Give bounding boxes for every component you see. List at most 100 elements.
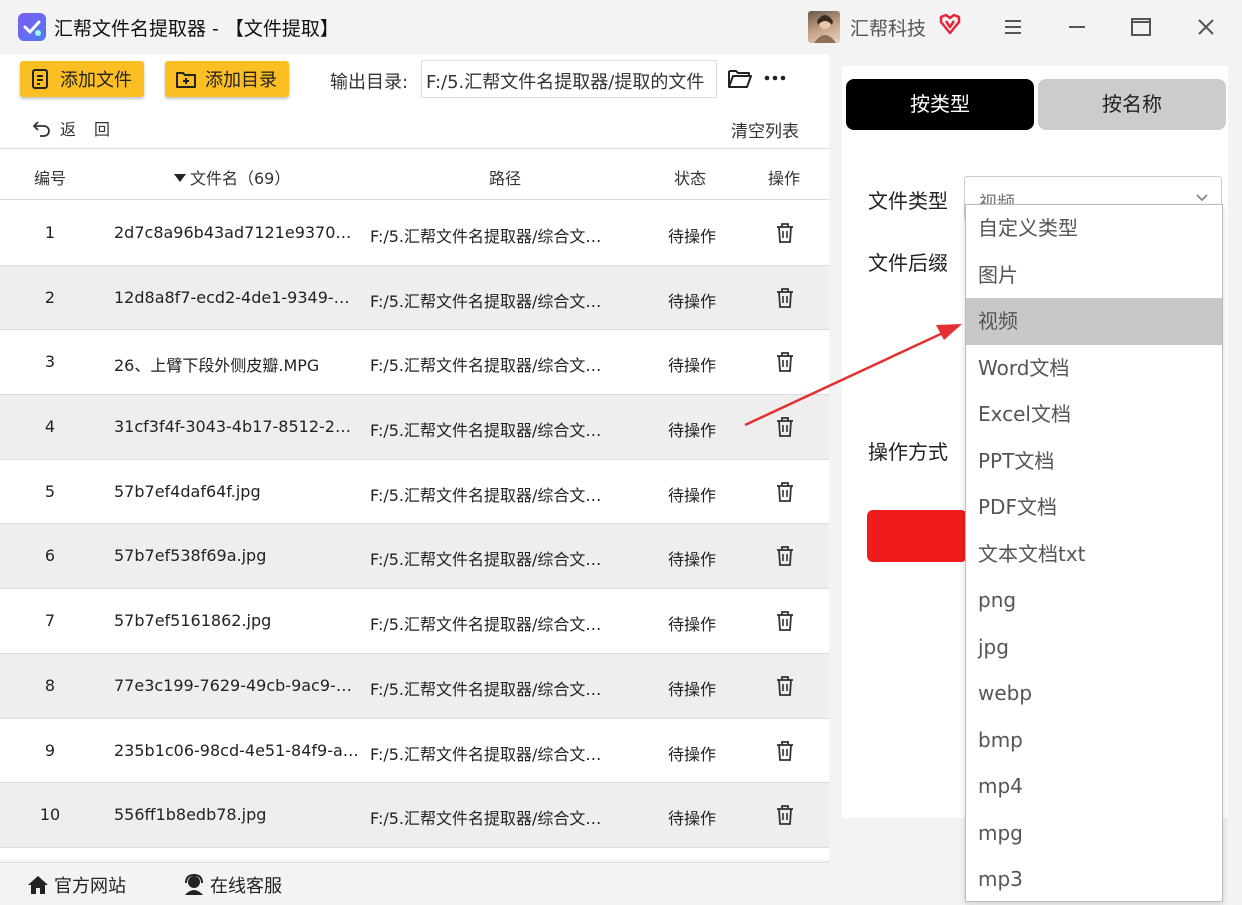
row-status: 待操作 <box>668 679 717 699</box>
row-number: 1 <box>44 223 56 242</box>
dropdown-option[interactable]: jpg <box>966 624 1222 671</box>
trash-icon[interactable] <box>775 222 795 248</box>
table-row[interactable]: 2 12d8a8f7-ecd2-4de1-9349-84... F:/5.汇帮文件名… <box>0 265 829 331</box>
row-filename: 57b7ef5161862.jpg <box>114 611 272 631</box>
row-path: F:/5.汇帮文件名提取器/综合文件... <box>370 356 610 376</box>
add-file-button[interactable]: 添加文件 <box>20 61 144 97</box>
row-status: 待操作 <box>668 291 717 311</box>
row-path: F:/5.汇帮文件名提取器/综合文件... <box>370 227 610 246</box>
trash-icon[interactable] <box>775 351 795 377</box>
column-header-number: 编号 <box>34 169 67 188</box>
trash-icon[interactable] <box>775 481 795 507</box>
clear-list-button[interactable]: 清空列表 <box>731 117 799 142</box>
trash-icon[interactable] <box>775 740 795 766</box>
bottom-bar: 官方网站 在线客服 <box>0 862 829 905</box>
back-arrow-icon <box>32 121 50 137</box>
row-status: 待操作 <box>668 356 717 376</box>
minimize-icon[interactable] <box>1064 14 1090 40</box>
trash-icon[interactable] <box>775 804 795 830</box>
operation-mode-label: 操作方式 <box>868 440 948 464</box>
trash-icon[interactable] <box>775 416 795 442</box>
row-number: 3 <box>44 352 56 372</box>
row-path: F:/5.汇帮文件名提取器/综合文件... <box>370 421 610 441</box>
table-row[interactable]: 3 26、上臂下段外侧皮瓣.MPG F:/5.汇帮文件名提取器/综合文件... 待操作 <box>0 330 829 396</box>
dropdown-option[interactable]: 文本文档txt <box>966 531 1222 578</box>
row-filename: 2d7c8a96b43ad7121e93708df... <box>114 223 359 242</box>
row-number: 4 <box>44 417 56 437</box>
row-number: 10 <box>39 805 61 825</box>
folder-open-icon[interactable] <box>727 67 753 95</box>
file-table-body: 1 2d7c8a96b43ad7121e93708df... F:/5.汇帮文件名提… <box>0 201 829 848</box>
trash-icon[interactable] <box>775 675 795 701</box>
dropdown-option[interactable]: Word文档 <box>966 345 1222 392</box>
maximize-icon[interactable] <box>1128 14 1154 40</box>
output-dir-label: 输出目录: <box>330 72 409 93</box>
row-path: F:/5.汇帮文件名提取器/综合文件... <box>370 550 610 570</box>
add-file-icon <box>32 69 48 89</box>
row-status: 待操作 <box>668 809 717 829</box>
dropdown-option[interactable]: 自定义类型 <box>966 205 1222 252</box>
row-status: 待操作 <box>668 615 717 635</box>
avatar[interactable] <box>808 11 840 43</box>
column-header-filename[interactable]: 文件名（69） <box>174 165 290 189</box>
back-button[interactable]: 返回 <box>32 116 128 140</box>
add-file-label: 添加文件 <box>60 70 132 91</box>
table-header: 编号 文件名（69） 路径 状态 操作 <box>0 148 829 200</box>
dropdown-option[interactable]: mp4 <box>966 763 1222 810</box>
tab-by-type[interactable]: 按类型 <box>846 79 1034 130</box>
trash-icon[interactable] <box>775 610 795 636</box>
table-row[interactable]: 6 57b7ef538f69a.jpg F:/5.汇帮文件名提取器/综合文件... 待… <box>0 524 829 590</box>
add-directory-button[interactable]: 添加目录 <box>165 61 289 97</box>
row-path: F:/5.汇帮文件名提取器/综合文件... <box>370 679 610 699</box>
trash-icon[interactable] <box>775 287 795 313</box>
row-number: 7 <box>44 611 56 631</box>
table-row[interactable]: 5 57b7ef4daf64f.jpg F:/5.汇帮文件名提取器/综合文件... 待… <box>0 459 829 525</box>
row-filename: 77e3c199-7629-49cb-9ac9-1b... <box>114 675 359 695</box>
trash-icon[interactable] <box>775 545 795 571</box>
row-filename: 26、上臂下段外侧皮瓣.MPG <box>114 356 320 376</box>
dropdown-option[interactable]: bmp <box>966 717 1222 764</box>
dropdown-option[interactable]: png <box>966 577 1222 624</box>
table-row[interactable]: 4 31cf3f4f-3043-4b17-8512-213... F:/5.汇帮文件… <box>0 395 829 460</box>
dropdown-option[interactable]: 视频 <box>966 298 1222 345</box>
dropdown-option[interactable]: PDF文档 <box>966 484 1222 531</box>
start-button[interactable] <box>867 510 967 562</box>
file-suffix-label: 文件后缀 <box>868 251 948 275</box>
table-row[interactable]: 7 57b7ef5161862.jpg F:/5.汇帮文件名提取器/综合文件... 待… <box>0 589 829 654</box>
row-number: 6 <box>44 546 56 566</box>
add-folder-icon <box>176 72 196 88</box>
app-window: 汇帮文件名提取器 - 【文件提取】 汇帮科技 添加文件 添加目录 输出目录: F… <box>0 0 1242 905</box>
app-logo-icon <box>18 13 46 41</box>
tab-by-name[interactable]: 按名称 <box>1038 79 1226 130</box>
close-icon[interactable] <box>1193 14 1219 40</box>
user-name[interactable]: 汇帮科技 <box>850 14 926 41</box>
row-filename: 556ff1b8edb78.jpg <box>114 805 267 825</box>
dropdown-option[interactable]: webp <box>966 670 1222 717</box>
row-path: F:/5.汇帮文件名提取器/综合文件... <box>370 809 610 829</box>
dropdown-option[interactable]: mpg <box>966 810 1222 857</box>
dropdown-option[interactable]: Excel文档 <box>966 391 1222 438</box>
row-status: 待操作 <box>668 227 717 246</box>
chevron-down-icon <box>1196 194 1208 202</box>
table-row[interactable]: 1 2d7c8a96b43ad7121e93708df... F:/5.汇帮文件名提… <box>0 201 829 266</box>
table-row[interactable]: 8 77e3c199-7629-49cb-9ac9-1b... F:/5.汇帮文件名… <box>0 653 829 719</box>
row-filename: 57b7ef538f69a.jpg <box>114 546 267 566</box>
table-row[interactable]: 9 235b1c06-98cd-4e51-84f9-a94... F:/5.汇帮文件… <box>0 718 829 784</box>
dropdown-option[interactable]: 图片 <box>966 252 1222 299</box>
back-label: 返回 <box>60 120 129 139</box>
file-type-label: 文件类型 <box>868 189 948 213</box>
more-icon[interactable] <box>762 66 788 94</box>
row-status: 待操作 <box>668 550 717 570</box>
app-title: 汇帮文件名提取器 - 【文件提取】 <box>54 18 339 40</box>
row-number: 2 <box>44 287 56 307</box>
online-support-label: 在线客服 <box>210 876 282 897</box>
dropdown-option[interactable]: PPT文档 <box>966 438 1222 485</box>
dropdown-option[interactable]: mp3 <box>966 856 1222 903</box>
vip-heart-icon[interactable] <box>938 12 962 40</box>
menu-icon[interactable] <box>1000 14 1026 40</box>
output-dir-field[interactable]: F:/5.汇帮文件名提取器/提取的文件 <box>421 60 717 98</box>
online-support-link[interactable]: 在线客服 <box>182 872 282 898</box>
official-site-link[interactable]: 官方网站 <box>26 872 126 898</box>
row-path: F:/5.汇帮文件名提取器/综合文件... <box>370 291 610 311</box>
table-row[interactable]: 10 556ff1b8edb78.jpg F:/5.汇帮文件名提取器/综合文件...… <box>0 783 829 848</box>
